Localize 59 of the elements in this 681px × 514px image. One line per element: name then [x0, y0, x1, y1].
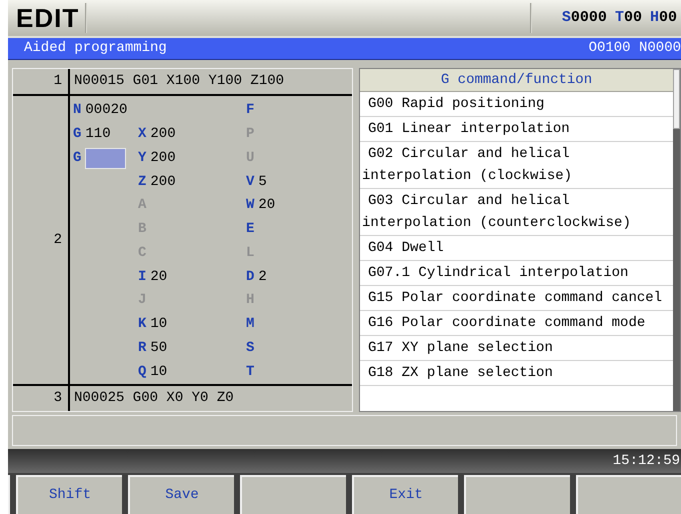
field-value: 2: [258, 268, 267, 287]
command-item[interactable]: G07.1 Cylindrical interpolation: [360, 261, 673, 286]
field-value: 20: [258, 196, 276, 216]
address-letter: G: [73, 148, 82, 168]
address-letter: R: [138, 339, 146, 358]
command-item[interactable]: G04 Dwell: [360, 236, 673, 261]
field-value: 00020: [85, 101, 128, 120]
status-value: H00: [650, 8, 677, 28]
field-value: 10: [150, 315, 168, 334]
command-item[interactable]: G01 Linear interpolation: [360, 117, 673, 142]
softkey[interactable]: Save: [128, 475, 234, 514]
clock-time: 15:12:59: [612, 452, 681, 470]
address-letter: K: [138, 315, 146, 334]
command-item[interactable]: G18 ZX plane selection: [360, 361, 673, 386]
address-letter: E: [246, 220, 254, 240]
field-value: 5: [258, 172, 267, 192]
block-number: 1: [54, 72, 62, 91]
address-letter: Y: [138, 148, 146, 168]
field-value: 200: [150, 148, 176, 168]
block-number: 3: [54, 389, 62, 408]
program-number: O0100 N0000: [588, 39, 681, 58]
command-item[interactable]: G00 Rapid positioning: [360, 92, 673, 117]
screen-title: Aided programming: [24, 39, 167, 58]
address-letter: V: [246, 172, 254, 192]
program-line: N00015 G01 X100 Y100 Z100: [74, 72, 284, 91]
address-letter: N: [73, 101, 82, 120]
address-letter: X: [138, 124, 146, 144]
program-line: N00025 G00 X0 Y0 Z0: [74, 389, 234, 408]
block-number: 2: [54, 230, 62, 250]
softkey[interactable]: [240, 475, 346, 514]
address-letter: D: [246, 268, 254, 287]
softkey[interactable]: Shift: [16, 475, 122, 514]
address-letter: W: [246, 196, 254, 216]
status-value: T00: [614, 8, 642, 28]
field-value: 10: [150, 362, 168, 382]
list-header: G command/function: [360, 69, 673, 92]
scrollbar[interactable]: [673, 69, 680, 411]
input-field[interactable]: [85, 148, 126, 169]
address-letter: S: [246, 339, 254, 358]
address-letter: I: [138, 268, 146, 287]
address-letter: M: [246, 315, 254, 334]
field-value: 20: [150, 268, 168, 287]
command-item[interactable]: G17 XY plane selection: [360, 336, 673, 361]
softkey[interactable]: [576, 475, 681, 514]
field-value: 200: [150, 172, 176, 192]
address-letter: G: [73, 124, 82, 144]
field-value: 110: [85, 124, 111, 144]
field-value: 50: [150, 339, 168, 358]
address-letter: F: [246, 101, 254, 120]
address-letter: Z: [138, 172, 146, 192]
softkey[interactable]: Exit: [352, 475, 458, 514]
mode-label: EDIT: [15, 5, 80, 31]
address-letter: Q: [138, 362, 146, 382]
address-letter: T: [246, 362, 254, 382]
softkey[interactable]: [464, 475, 570, 514]
status-value: S0000: [562, 8, 607, 28]
command-item[interactable]: G16 Polar coordinate command mode: [360, 311, 673, 336]
field-value: 200: [150, 124, 176, 144]
command-item[interactable]: G15 Polar coordinate command cancel: [360, 286, 673, 311]
